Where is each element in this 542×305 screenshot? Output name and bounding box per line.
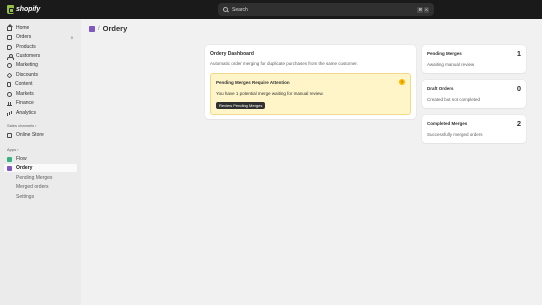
breadcrumb-separator: / (98, 25, 100, 32)
search-icon (223, 7, 228, 12)
finance-icon (7, 101, 12, 106)
ordery-app-icon[interactable] (89, 25, 95, 32)
shortcut-key-cmd: ⌘ (417, 6, 424, 13)
stat-value: 1 (516, 49, 521, 58)
sidebar-item-flow[interactable]: Flow (4, 155, 77, 163)
dashboard-title: Ordery Dashboard (210, 51, 254, 57)
sidebar-item-label: Markets (16, 91, 34, 97)
analytics-icon (7, 111, 12, 116)
sidebar-item-label: Discounts (16, 72, 38, 78)
orders-icon (7, 34, 12, 40)
apps-heading[interactable]: Apps› (7, 147, 18, 152)
pending-merges-alert: Pending Merges Require Attention ! You h… (210, 73, 411, 115)
shopify-bag-icon (7, 5, 14, 14)
stat-title: Completed Merges (427, 121, 468, 126)
sidebar-item-discounts[interactable]: Discounts (4, 71, 77, 79)
stat-value: 2 (516, 119, 521, 128)
stat-title: Draft Orders (427, 86, 454, 91)
ordery-app-icon (7, 165, 12, 171)
sidebar-item-products[interactable]: Products (4, 43, 77, 51)
shortcut-key-k: K (424, 6, 429, 13)
sidebar-item-label: Orders (16, 34, 32, 40)
alert-body: You have 1 potential merge waiting for m… (216, 91, 324, 96)
review-pending-merges-button[interactable]: Review Pending Merges (216, 102, 266, 109)
sidebar-item-label: Marketing (16, 62, 38, 68)
sidebar-item-label: Flow (16, 156, 27, 162)
dashboard-card: Ordery Dashboard Automatic order merging… (205, 45, 416, 119)
dashboard-subtitle: Automatic order merging for duplicate pu… (210, 61, 358, 66)
stat-card-draft-orders: Draft Orders 0 Created but not completed (422, 80, 526, 108)
chevron-right-icon: › (35, 123, 37, 128)
alert-title: Pending Merges Require Attention (216, 80, 290, 85)
sidebar-item-label: Customers (16, 53, 41, 59)
chevron-right-icon: › (17, 147, 19, 152)
sidebar-item-content[interactable]: Content (4, 80, 77, 88)
stat-subtitle: Awaiting manual review (427, 62, 475, 67)
logo-text: shopify (16, 6, 41, 13)
sidebar-item-online-store[interactable]: Online Store (4, 131, 77, 139)
stat-subtitle: Successfully merged orders (427, 132, 483, 137)
content-icon (7, 81, 11, 87)
sidebar-item-orders[interactable]: Orders 0 (4, 33, 77, 41)
sidebar-item-customers[interactable]: Customers (4, 52, 77, 60)
sidebar-subitem-settings[interactable]: Settings (16, 193, 34, 201)
warning-icon: ! (399, 79, 405, 85)
sidebar-item-finance[interactable]: Finance (4, 99, 77, 107)
stat-card-pending-merges: Pending Merges 1 Awaiting manual review (422, 45, 526, 73)
sidebar-item-label: Products (16, 44, 36, 50)
breadcrumb: / Ordery (89, 24, 127, 33)
sales-channels-label: Sales channels (7, 123, 35, 128)
sidebar-item-home[interactable]: Home (4, 24, 77, 32)
orders-count-badge: 0 (70, 34, 73, 40)
sidebar-item-analytics[interactable]: Analytics (4, 109, 77, 117)
online-store-icon (7, 132, 12, 138)
flow-app-icon (7, 156, 12, 162)
page-title: Ordery (102, 24, 128, 33)
search-placeholder: Search (232, 6, 248, 13)
customers-icon (7, 53, 14, 60)
marketing-icon (7, 62, 12, 68)
shopify-logo[interactable]: shopify (7, 4, 40, 15)
top-bar: shopify Search ⌘ K (0, 0, 542, 19)
sidebar-item-ordery[interactable]: Ordery (4, 164, 77, 172)
sidebar-subitem-pending-merges[interactable]: Pending Merges (16, 174, 52, 182)
products-icon (7, 44, 12, 50)
apps-label: Apps (7, 147, 17, 152)
sidebar-item-label: Analytics (16, 110, 37, 116)
sidebar-item-label: Content (15, 81, 33, 87)
sidebar-subitem-merged-orders[interactable]: Merged orders (16, 183, 49, 191)
stat-subtitle: Created but not completed (427, 97, 481, 102)
sidebar: Home Orders 0 Products Customers Marketi… (0, 19, 81, 305)
sales-channels-heading[interactable]: Sales channels› (7, 123, 36, 128)
stat-value: 0 (516, 84, 521, 93)
markets-icon (7, 91, 12, 97)
stat-card-completed-merges: Completed Merges 2 Successfully merged o… (422, 115, 526, 143)
sidebar-item-label: Home (16, 25, 30, 31)
search-bar[interactable]: Search ⌘ K (218, 3, 434, 16)
home-icon (7, 24, 13, 31)
sidebar-item-marketing[interactable]: Marketing (4, 61, 77, 69)
sidebar-item-label: Finance (16, 100, 34, 106)
discounts-icon (6, 72, 13, 78)
sidebar-item-label: Online Store (16, 132, 44, 138)
stat-title: Pending Merges (427, 51, 462, 56)
sidebar-item-label: Ordery (16, 165, 33, 171)
sidebar-item-markets[interactable]: Markets (4, 90, 77, 98)
